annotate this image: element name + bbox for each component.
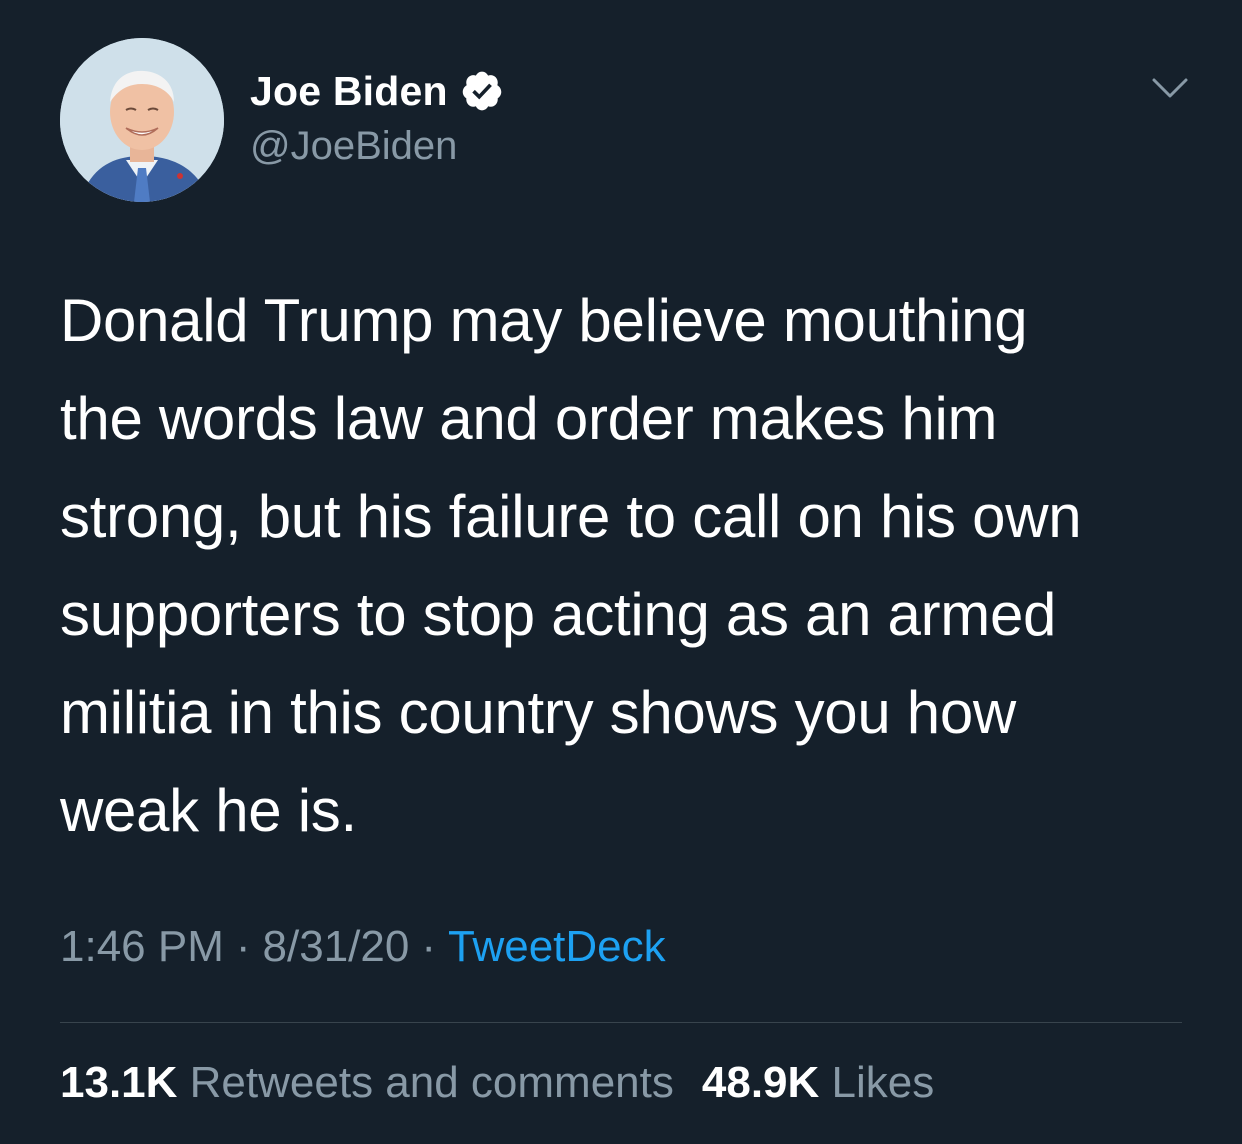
tweet-text: Donald Trump may believe mouthing the wo…: [60, 287, 1082, 844]
retweets-stat[interactable]: 13.1K Retweets and comments: [60, 1058, 674, 1107]
retweets-count: 13.1K: [60, 1058, 178, 1107]
likes-stat[interactable]: 48.9K Likes: [702, 1058, 934, 1107]
meta-separator: ·: [421, 922, 436, 971]
likes-label: Likes: [831, 1058, 935, 1107]
avatar-image: [60, 38, 224, 202]
divider: [60, 1022, 1182, 1023]
author-handle[interactable]: @JoeBiden: [250, 124, 457, 169]
author-name-row[interactable]: Joe Biden: [250, 66, 504, 116]
avatar[interactable]: [60, 38, 224, 202]
tweet-time[interactable]: 1:46 PM: [60, 922, 224, 971]
tweet-source-link[interactable]: TweetDeck: [448, 922, 666, 971]
tweet-metadata: 1:46 PM · 8/31/20 · TweetDeck: [60, 922, 666, 972]
retweets-label: Retweets and comments: [189, 1058, 674, 1107]
tweet-stats: 13.1K Retweets and comments 48.9K Likes: [60, 1058, 934, 1108]
tweet-card: Joe Biden @JoeBiden Donald Trump may bel…: [0, 0, 1242, 1144]
verified-badge-icon: [460, 69, 504, 113]
likes-count: 48.9K: [701, 1058, 820, 1107]
meta-separator: ·: [235, 922, 251, 971]
tweet-date[interactable]: 8/31/20: [263, 922, 410, 971]
chevron-down-icon[interactable]: [1150, 72, 1190, 104]
display-name[interactable]: Joe Biden: [250, 68, 448, 115]
